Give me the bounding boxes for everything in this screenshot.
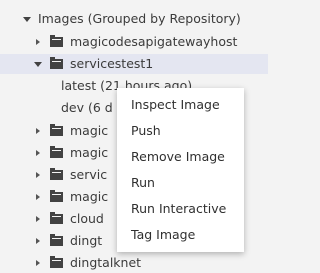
folder-icon xyxy=(50,256,63,268)
folder-icon xyxy=(50,35,63,47)
chevron-right-icon[interactable] xyxy=(33,253,43,273)
folder-icon xyxy=(50,190,63,202)
chevron-right-icon[interactable] xyxy=(33,209,43,229)
folder-icon xyxy=(50,57,63,69)
repo-label: dingtalknet xyxy=(70,255,142,270)
repo-label: magic xyxy=(70,145,109,160)
menu-item-run[interactable]: Run xyxy=(117,170,244,196)
repo-label: servicestest1 xyxy=(70,56,154,71)
repo-row-selected[interactable]: servicestest1 xyxy=(0,54,268,74)
repo-row[interactable]: dingtalknet xyxy=(0,253,268,273)
chevron-right-icon[interactable] xyxy=(33,32,43,52)
repo-label: dingt xyxy=(70,233,103,248)
chevron-down-icon[interactable] xyxy=(33,54,43,74)
repo-label: magicodesapigatewayhost xyxy=(70,34,238,49)
folder-icon xyxy=(50,212,63,224)
chevron-right-icon[interactable] xyxy=(33,231,43,251)
menu-item-inspect-image[interactable]: Inspect Image xyxy=(117,92,244,118)
chevron-right-icon[interactable] xyxy=(33,187,43,207)
menu-item-push[interactable]: Push xyxy=(117,118,244,144)
folder-icon xyxy=(50,146,63,158)
repo-label: magic xyxy=(70,123,109,138)
repo-label: magic xyxy=(70,189,109,204)
folder-icon xyxy=(50,124,63,136)
menu-item-run-interactive[interactable]: Run Interactive xyxy=(117,196,244,222)
repo-label: cloud xyxy=(70,211,104,226)
folder-icon xyxy=(50,234,63,246)
menu-item-remove-image[interactable]: Remove Image xyxy=(117,144,244,170)
folder-icon xyxy=(50,168,63,180)
images-group-row[interactable]: Images (Grouped by Repository) xyxy=(0,9,268,29)
chevron-right-icon[interactable] xyxy=(33,143,43,163)
tag-label: dev (6 d xyxy=(61,100,113,115)
menu-item-tag-image[interactable]: Tag Image xyxy=(117,222,244,248)
group-label: Images (Grouped by Repository) xyxy=(38,11,241,26)
repo-row[interactable]: magicodesapigatewayhost xyxy=(0,32,268,52)
repo-label: servic xyxy=(70,167,108,182)
chevron-right-icon[interactable] xyxy=(33,121,43,141)
chevron-down-icon[interactable] xyxy=(22,9,32,29)
chevron-right-icon[interactable] xyxy=(33,165,43,185)
context-menu: Inspect Image Push Remove Image Run Run … xyxy=(117,88,244,252)
